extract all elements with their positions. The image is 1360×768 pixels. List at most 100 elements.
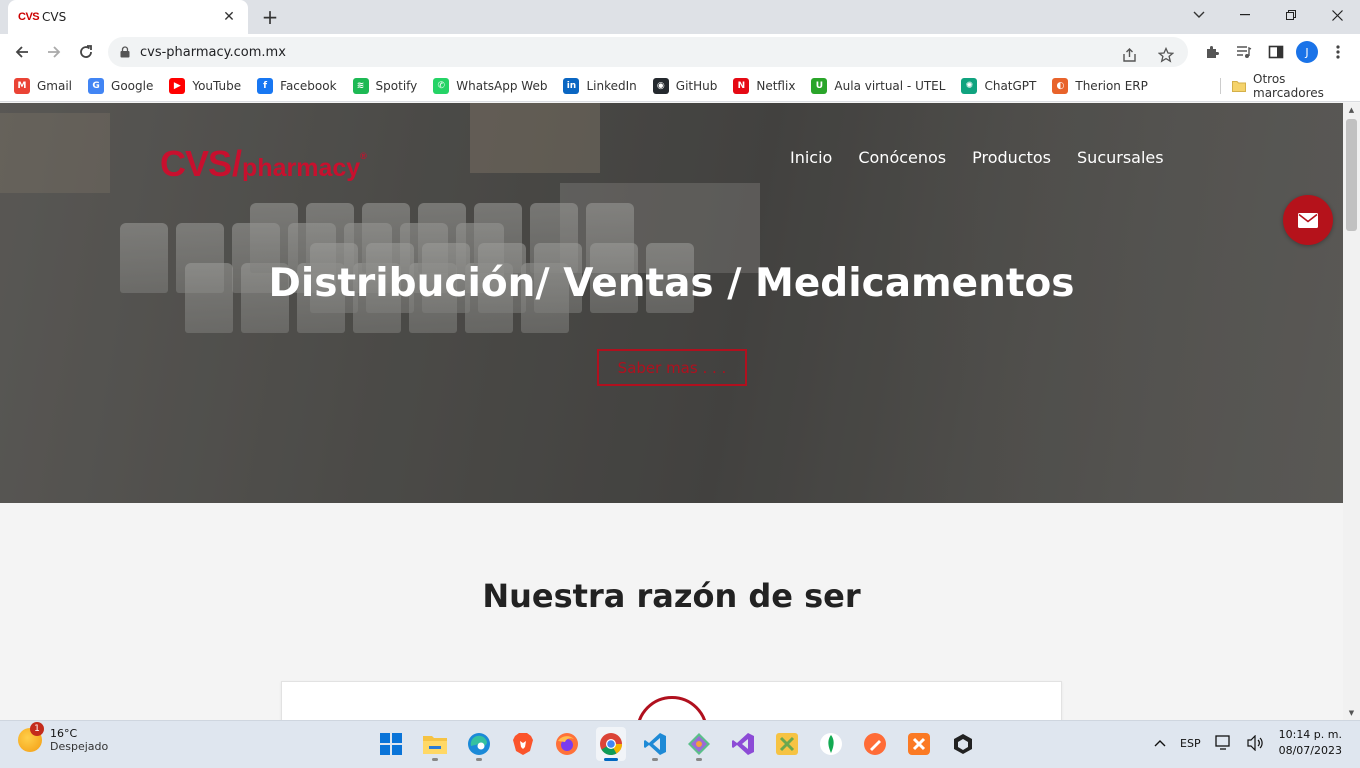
weather-temp: 16°C bbox=[50, 727, 78, 740]
bookmark-label: Gmail bbox=[37, 78, 73, 93]
nav-inicio[interactable]: Inicio bbox=[790, 148, 832, 167]
weather-sun-icon: 1 bbox=[18, 722, 44, 752]
windows-taskbar: 1 16°C Despejado ESP 10:14 p. m. 08/07/2… bbox=[0, 720, 1360, 768]
edge-icon[interactable] bbox=[464, 727, 494, 761]
hero-title: Distribución/ Ventas / Medicamentos bbox=[268, 261, 1075, 306]
extensions-icon[interactable] bbox=[1200, 40, 1224, 64]
scrollbar-thumb[interactable] bbox=[1346, 119, 1357, 231]
chrome-icon[interactable] bbox=[596, 727, 626, 761]
bookmark-label: Therion ERP bbox=[1075, 78, 1148, 93]
volume-icon[interactable] bbox=[1246, 735, 1265, 751]
page-scrollbar[interactable]: ▲ ▼ bbox=[1343, 103, 1360, 720]
window-controls bbox=[1176, 0, 1360, 34]
other-bookmarks-label: Otros marcadores bbox=[1253, 72, 1324, 100]
minimize-button[interactable] bbox=[1222, 0, 1268, 30]
network-icon[interactable] bbox=[1214, 735, 1233, 751]
whatsapp-icon: ✆ bbox=[433, 77, 450, 94]
google-icon: G bbox=[88, 77, 105, 94]
bookmark-label: Google bbox=[111, 78, 154, 93]
new-tab-button[interactable]: + bbox=[258, 5, 282, 29]
bookmarks-bar: M Gmail G Google ▶ YouTube f Facebook ≋ Spotify ✆ W… bbox=[0, 70, 1360, 102]
reload-button[interactable] bbox=[74, 40, 98, 64]
tab-title: CVS bbox=[42, 10, 67, 24]
cvs-favicon-icon: CVS bbox=[18, 11, 40, 23]
scroll-down-icon[interactable]: ▼ bbox=[1343, 706, 1360, 720]
bookmark-star-icon[interactable] bbox=[1154, 43, 1178, 67]
bookmark-gmail[interactable]: M Gmail bbox=[14, 77, 73, 94]
saber-mas-button[interactable]: Saber mas . . . bbox=[597, 349, 747, 386]
content-card bbox=[281, 681, 1062, 720]
youtube-icon: ▶ bbox=[169, 77, 186, 94]
bookmark-netflix[interactable]: N Netflix bbox=[733, 77, 795, 94]
spotify-icon: ≋ bbox=[352, 77, 369, 94]
weather-widget[interactable]: 1 16°C Despejado bbox=[18, 722, 109, 753]
clock-time: 10:14 p. m. bbox=[1278, 728, 1342, 741]
bookmark-linkedin[interactable]: in LinkedIn bbox=[563, 77, 637, 94]
bookmark-aula-virtual-utel[interactable]: U Aula virtual - UTEL bbox=[811, 77, 946, 94]
bookmark-label: YouTube bbox=[192, 78, 242, 93]
chevron-up-icon[interactable] bbox=[1154, 739, 1166, 747]
scroll-up-icon[interactable]: ▲ bbox=[1343, 103, 1360, 117]
bookmark-whatsapp-web[interactable]: ✆ WhatsApp Web bbox=[433, 77, 548, 94]
lock-icon[interactable] bbox=[120, 46, 130, 58]
git-icon[interactable] bbox=[684, 727, 714, 761]
hero-banner: CVS / pharmacy ® Inicio Conócenos Productos… bbox=[0, 103, 1343, 503]
back-button[interactable] bbox=[10, 40, 34, 64]
section-title: Nuestra razón de ser bbox=[482, 577, 861, 615]
other-bookmarks[interactable]: Otros marcadores bbox=[1232, 70, 1360, 102]
web-page: CVS / pharmacy ® Inicio Conócenos Productos… bbox=[0, 103, 1343, 720]
unity-icon[interactable] bbox=[948, 727, 978, 761]
utel-icon: U bbox=[811, 77, 828, 94]
system-tray: ESP 10:14 p. m. 08/07/2023 bbox=[1154, 727, 1342, 759]
vscode-icon[interactable] bbox=[640, 727, 670, 761]
gmail-icon: M bbox=[14, 77, 30, 94]
visual-studio-icon[interactable] bbox=[728, 727, 758, 761]
tab-strip: CVS CVS ✕ + bbox=[0, 0, 1360, 34]
share-icon[interactable] bbox=[1118, 43, 1142, 67]
forward-button[interactable] bbox=[42, 40, 66, 64]
bookmark-label: Aula virtual - UTEL bbox=[834, 78, 946, 93]
bookmark-youtube[interactable]: ▶ YouTube bbox=[169, 77, 242, 94]
file-explorer-icon[interactable] bbox=[420, 727, 450, 761]
cvs-logo[interactable]: CVS / pharmacy ® bbox=[160, 143, 367, 185]
profile-avatar[interactable]: J bbox=[1296, 41, 1318, 63]
bookmark-github[interactable]: ◉ GitHub bbox=[652, 77, 718, 94]
media-control-icon[interactable] bbox=[1232, 40, 1256, 64]
nav-productos[interactable]: Productos bbox=[972, 148, 1051, 167]
language-indicator[interactable]: ESP bbox=[1180, 737, 1201, 750]
clock[interactable]: 10:14 p. m. 08/07/2023 bbox=[1279, 727, 1342, 759]
bookmark-spotify[interactable]: ≋ Spotify bbox=[352, 77, 417, 94]
close-tab-icon[interactable]: ✕ bbox=[220, 8, 238, 26]
tab-search-icon[interactable] bbox=[1176, 0, 1222, 30]
xampp-control-icon[interactable] bbox=[904, 727, 934, 761]
postman-icon[interactable] bbox=[860, 727, 890, 761]
close-window-button[interactable] bbox=[1314, 0, 1360, 30]
url-text[interactable]: cvs-pharmacy.com.mx bbox=[140, 45, 286, 60]
firefox-icon[interactable] bbox=[552, 727, 582, 761]
nav-conocenos[interactable]: Conócenos bbox=[858, 148, 946, 167]
xampp-icon[interactable] bbox=[772, 727, 802, 761]
bookmark-label: GitHub bbox=[675, 78, 718, 93]
bookmark-chatgpt[interactable]: ✺ ChatGPT bbox=[961, 77, 1036, 94]
start-icon[interactable] bbox=[376, 727, 406, 761]
netflix-icon: N bbox=[733, 77, 750, 94]
mongodb-icon[interactable] bbox=[816, 727, 846, 761]
bookmarks-separator bbox=[1220, 78, 1221, 94]
site-nav: Inicio Conócenos Productos Sucursales bbox=[790, 148, 1164, 167]
browser-tab[interactable]: CVS CVS ✕ bbox=[8, 0, 248, 34]
github-icon: ◉ bbox=[652, 77, 669, 94]
bookmark-therion-erp[interactable]: ◐ Therion ERP bbox=[1052, 77, 1148, 94]
address-bar[interactable]: cvs-pharmacy.com.mx bbox=[108, 37, 1188, 67]
contact-mail-button[interactable] bbox=[1283, 195, 1333, 245]
bookmark-label: WhatsApp Web bbox=[456, 78, 548, 93]
chatgpt-icon: ✺ bbox=[961, 77, 978, 94]
weather-desc: Despejado bbox=[50, 740, 109, 753]
side-panel-icon[interactable] bbox=[1264, 40, 1288, 64]
restore-button[interactable] bbox=[1268, 0, 1314, 30]
bookmark-google[interactable]: G Google bbox=[88, 77, 154, 94]
menu-kebab-icon[interactable] bbox=[1326, 40, 1350, 64]
taskbar-apps bbox=[376, 727, 978, 761]
nav-sucursales[interactable]: Sucursales bbox=[1077, 148, 1164, 167]
brave-icon[interactable] bbox=[508, 727, 538, 761]
bookmark-facebook[interactable]: f Facebook bbox=[257, 77, 337, 94]
